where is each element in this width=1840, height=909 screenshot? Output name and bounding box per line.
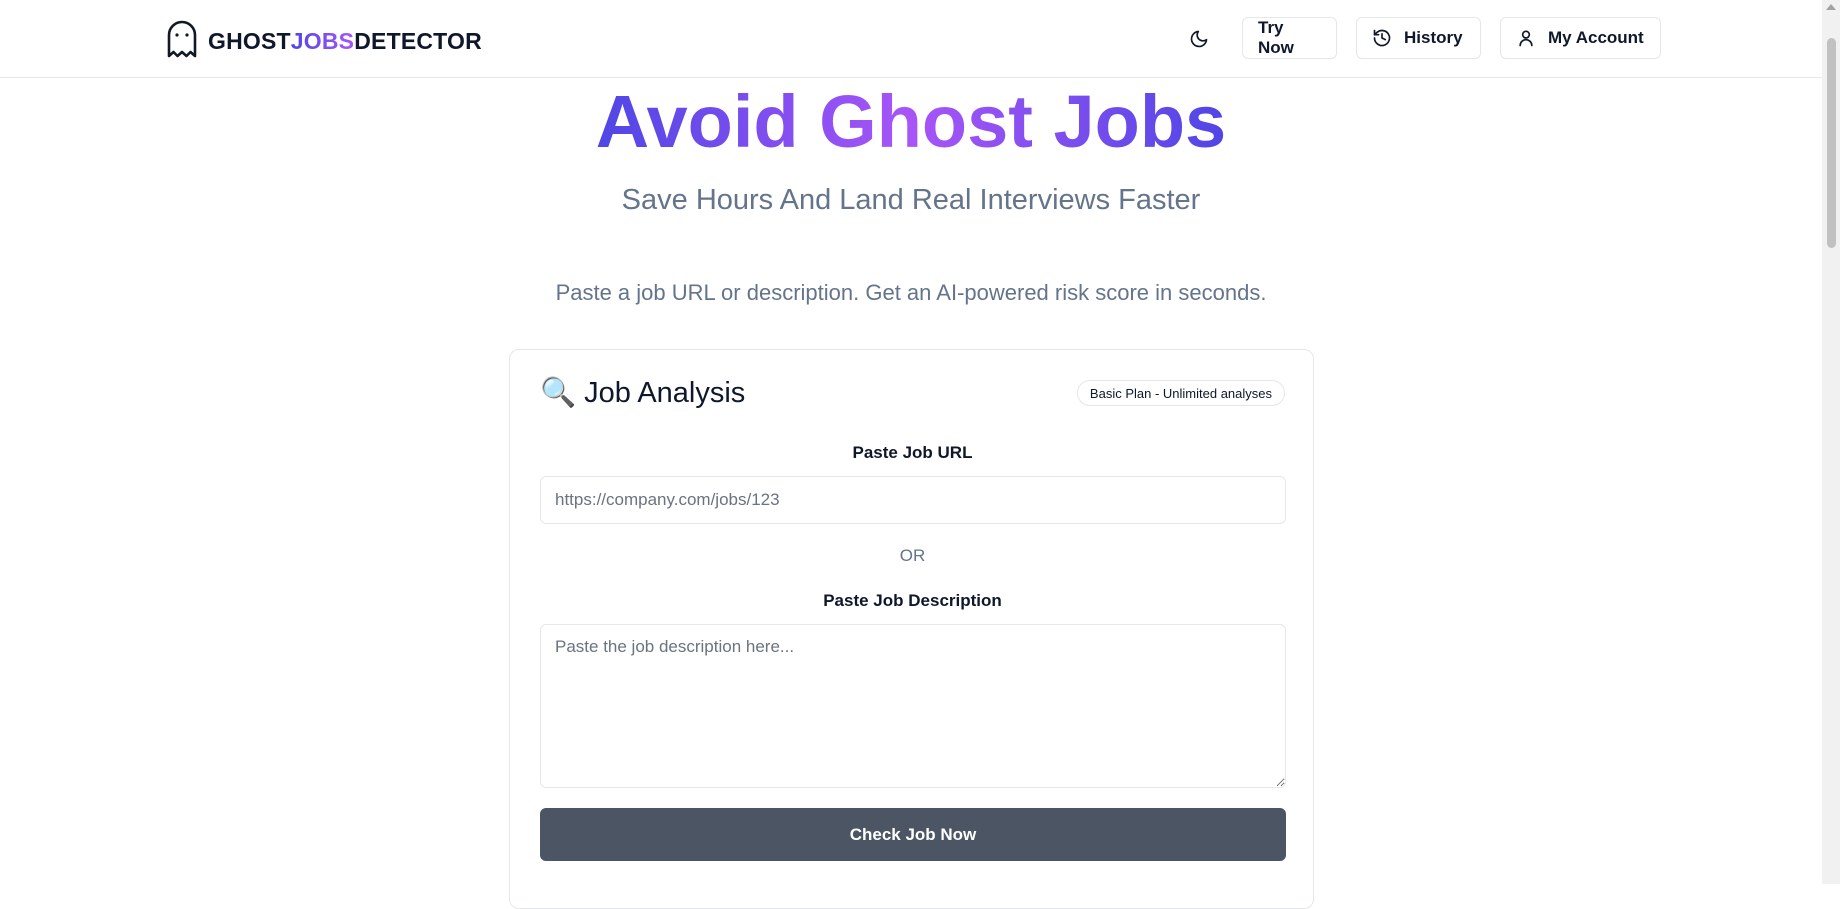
job-description-textarea[interactable] (540, 624, 1286, 788)
magnifier-icon: 🔍 (540, 377, 577, 409)
hero-description: Paste a job URL or description. Get an A… (555, 280, 1267, 305)
card-title: 🔍 Job Analysis (540, 376, 745, 410)
theme-toggle-button[interactable] (1186, 26, 1212, 52)
hero-title-text: Avoid Ghost Jobs (595, 80, 1227, 163)
history-label: History (1404, 28, 1463, 47)
scrollbar-thumb[interactable] (1827, 38, 1836, 248)
plan-badge: Basic Plan - Unlimited analyses (1076, 380, 1285, 406)
brand-name: GHOSTJOBSDETECTOR (208, 28, 482, 55)
top-navigation-bar: GHOSTJOBSDETECTOR Try Now History My Acc… (0, 0, 1822, 78)
page-scrollbar[interactable] (1822, 0, 1840, 884)
history-icon (1373, 29, 1391, 47)
hero-subtitle: Save Hours And Land Real Interviews Fast… (621, 184, 1201, 216)
my-account-label: My Account (1548, 28, 1644, 47)
history-button[interactable]: History (1356, 17, 1481, 59)
try-now-button[interactable]: Try Now (1242, 17, 1337, 59)
moon-icon (1190, 30, 1208, 48)
or-divider: OR (899, 546, 926, 565)
try-now-label: Try Now (1258, 18, 1294, 57)
card-title-text: Job Analysis (584, 376, 746, 409)
brand-name-part3: DETECTOR (354, 28, 482, 54)
scroll-up-arrow-icon[interactable] (1826, 4, 1836, 10)
brand-logo[interactable]: GHOSTJOBSDETECTOR (166, 20, 482, 63)
my-account-button[interactable]: My Account (1500, 17, 1661, 59)
ghost-icon (166, 20, 198, 63)
brand-name-part1: GHOST (208, 28, 291, 54)
job-url-input[interactable] (540, 476, 1286, 524)
url-label: Paste Job URL (852, 443, 973, 462)
job-analysis-card: 🔍 Job Analysis Basic Plan - Unlimited an… (509, 349, 1314, 909)
brand-name-part2: JOBS (290, 28, 355, 54)
description-label: Paste Job Description (823, 591, 1002, 610)
check-job-button[interactable]: Check Job Now (540, 808, 1286, 861)
hero-title: Avoid Ghost Jobs (0, 78, 1822, 166)
user-icon (1519, 30, 1533, 47)
